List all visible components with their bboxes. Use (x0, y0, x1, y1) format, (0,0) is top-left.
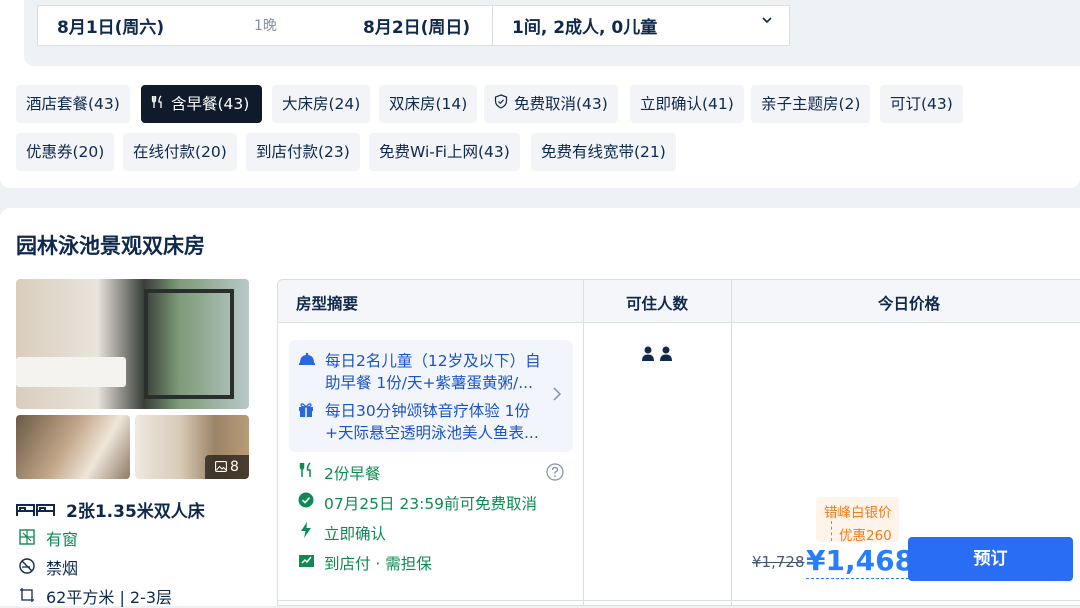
chevron-down-icon[interactable] (761, 14, 773, 29)
perk-free-cancel[interactable]: 07月25日 23:59前可免费取消 (324, 492, 537, 514)
feature-window: 有窗 (16, 526, 78, 550)
filter-chip-package[interactable]: 酒店套餐(43) (16, 85, 130, 123)
pay-at-hotel-icon (296, 552, 316, 572)
room-main-photo[interactable] (16, 279, 249, 409)
filter-chip-coupon[interactable]: 优惠券(20) (16, 133, 115, 171)
photo-count-badge[interactable]: 8 (205, 455, 249, 479)
feature-smoking: 禁烟 (16, 555, 78, 579)
dish-cover-icon (298, 352, 316, 370)
checkin-date[interactable]: 8月1日(周六) (57, 13, 164, 38)
guest-summary[interactable]: 1间, 2成人, 0儿童 (512, 13, 657, 38)
filter-chip-breakfast[interactable]: 含早餐(43) (141, 85, 262, 123)
promo-discount: 优惠260 (839, 528, 892, 544)
nights-count: 1晚 (254, 18, 277, 34)
original-price: ¥1,728 (752, 553, 805, 571)
help-icon[interactable] (546, 463, 564, 485)
package-item-2: 每日30分钟颂钵音疗体验 1份+天际悬空透明泳池美人鱼表... (325, 402, 539, 442)
filter-chip-pay-online[interactable]: 在线付款(20) (123, 133, 237, 171)
feature-size: 62平方米 | 2-3层 (16, 584, 172, 608)
fork-knife-icon (296, 462, 316, 482)
perk-breakfast: 2份早餐 (324, 465, 381, 483)
row-divider (278, 600, 1080, 601)
perk-pay-at-hotel: 到店付 · 需担保 (324, 555, 432, 573)
filter-chip-free-wifi[interactable]: 免费Wi-Fi上网(43) (369, 133, 520, 171)
image-icon (215, 456, 227, 479)
gift-icon (298, 402, 314, 422)
perk-instant-confirm: 立即确认 (324, 525, 387, 543)
check-circle-icon (296, 492, 316, 512)
filter-chip-pay-at-hotel[interactable]: 到店付款(23) (246, 133, 360, 171)
filter-chip-instant-confirm[interactable]: 立即确认(41) (630, 85, 744, 123)
promo-label: 错峰白银价 (824, 505, 892, 521)
two-adults-icon (641, 346, 675, 366)
twin-bed-icon (16, 503, 56, 521)
header-capacity: 可住人数 (626, 295, 689, 313)
checkout-date[interactable]: 8月2日(周日) (363, 13, 470, 38)
room-title: 园林泳池景观双床房 (16, 234, 205, 258)
package-item-1: 每日2名儿童（12岁及以下）自助早餐 1份/天+紫薯蛋黄粥/... (325, 352, 541, 392)
promo-connector (831, 521, 833, 541)
no-smoking-icon (16, 558, 38, 578)
filter-chip-king-bed[interactable]: 大床房(24) (272, 85, 371, 123)
shield-check-icon (494, 85, 508, 123)
column-divider (583, 280, 584, 606)
room-photo-thumb-1[interactable] (16, 415, 130, 479)
feature-bed: 2张1.35米双人床 (16, 497, 205, 522)
lightning-icon (296, 522, 316, 542)
area-icon (16, 587, 38, 607)
filter-chip-wired-broadband[interactable]: 免费有线宽带(21) (531, 133, 676, 171)
current-price[interactable]: ¥1,468 (806, 544, 915, 579)
filter-chip-family-room[interactable]: 亲子主题房(2) (751, 85, 871, 123)
filter-chip-bookable[interactable]: 可订(43) (880, 85, 963, 123)
header-price: 今日价格 (878, 295, 941, 313)
column-divider (731, 280, 732, 606)
header-summary: 房型摘要 (296, 295, 359, 313)
chevron-right-icon[interactable] (552, 386, 562, 406)
book-button[interactable]: 预订 (908, 537, 1073, 581)
fork-knife-icon (151, 85, 165, 123)
window-icon (16, 529, 38, 549)
room-photo-thumb-2[interactable]: 8 (135, 415, 249, 479)
photo-count: 8 (230, 459, 239, 475)
filter-chip-free-cancel[interactable]: 免费取消(43) (484, 85, 618, 123)
filter-chip-twin-bed[interactable]: 双床房(14) (379, 85, 478, 123)
